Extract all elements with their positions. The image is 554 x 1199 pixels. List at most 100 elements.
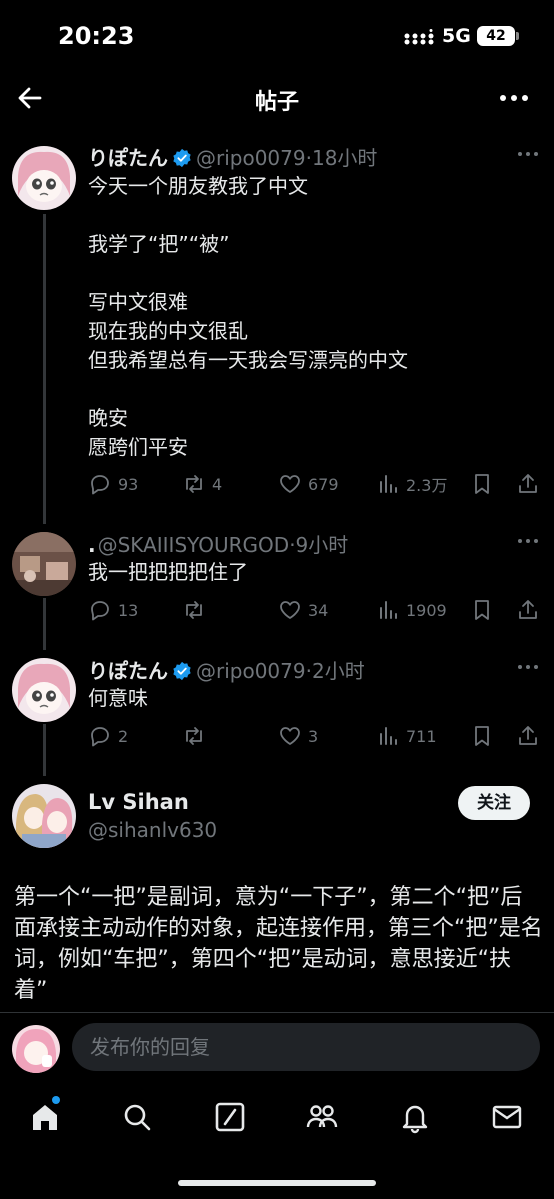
repost-icon [186,601,202,619]
grok-icon [215,1102,245,1132]
tweet-actions: 13 34 1909 [88,596,548,624]
share-icon[interactable] [516,598,540,622]
anime-avatar-image [12,658,76,722]
signal-icon [404,29,434,45]
mail-icon [492,1105,522,1129]
like-button[interactable]: 3 [278,722,318,750]
tweet-header: りぽたん @ripo0079·18小时 [88,142,377,171]
tweet-text: 今天一个朋友教我了中文 我学了“把”“被” 写中文很难 现在我的中文很乱 但我希… [88,174,408,459]
display-name[interactable]: りぽたん [88,146,168,170]
view-count: 1909 [406,600,447,620]
status-bar: 20:23 5G 42 [0,0,554,70]
avatar[interactable] [12,146,76,210]
share-icon[interactable] [516,724,540,748]
user-handle[interactable]: @sihanlv630 [88,818,217,842]
tweet-more-icon[interactable] [516,150,540,158]
views-chart-icon [380,475,397,493]
tab-messages[interactable] [490,1100,524,1134]
like-button[interactable]: 34 [278,596,328,624]
like-count: 3 [308,726,319,746]
top-bar: 帖子 [0,70,554,128]
heart-icon [280,727,300,745]
reply-icon [91,475,109,495]
tweet-actions: 2 3 711 [88,722,548,750]
repost-icon [186,727,202,745]
page-title: 帖子 [254,90,299,115]
verified-badge-icon [173,661,191,681]
thread-connector [43,214,46,524]
reply-input[interactable]: 发布你的回复 [72,1023,540,1071]
reply-composer: 发布你的回复 [0,1012,554,1084]
notification-dot [52,1096,60,1104]
bookmark-icon[interactable] [470,724,494,748]
follow-button[interactable]: 关注 [458,786,530,820]
reply-icon [91,601,109,621]
tab-communities[interactable] [305,1100,339,1134]
bottom-tab-bar [0,1084,554,1199]
reply-count: 13 [118,600,139,620]
more-options-icon[interactable] [498,86,530,110]
heart-icon [280,601,300,619]
reply-count: 93 [118,474,139,494]
reply-icon [91,727,109,747]
views-button[interactable]: 711 [376,722,437,750]
tweet-time: ·18小时 [305,146,378,170]
views-button[interactable]: 2.3万 [376,470,447,498]
tweet-header: . @SKAIIISYOURGOD·9小时 [88,529,348,558]
avatar[interactable] [12,532,76,596]
search-icon [124,1104,151,1131]
my-avatar[interactable] [12,1025,60,1073]
bookmark-icon[interactable] [470,472,494,496]
tweet-more-icon[interactable] [516,537,540,545]
display-name[interactable]: Lv Sihan [88,790,189,814]
reply-count: 2 [118,726,129,746]
photo-avatar-image [12,532,76,596]
tab-home[interactable] [28,1096,62,1134]
user-handle[interactable]: @ripo0079 [196,146,306,170]
user-handle[interactable]: @ripo0079 [196,659,306,683]
tweet-more-icon[interactable] [516,663,540,671]
verified-badge-icon [173,148,191,168]
like-button[interactable]: 679 [278,470,339,498]
tweet-header: りぽたん @ripo0079·2小时 [88,655,365,684]
share-icon[interactable] [516,472,540,496]
user-handle[interactable]: @SKAIIISYOURGOD [98,533,290,557]
reply-button[interactable]: 93 [88,470,138,498]
repost-button[interactable] [182,722,212,750]
tab-grok[interactable] [213,1100,247,1134]
status-time: 20:23 [58,22,135,50]
tab-notifications[interactable] [398,1100,432,1134]
reply-button[interactable]: 13 [88,596,138,624]
avatar[interactable] [12,658,76,722]
like-count: 679 [308,474,339,494]
bell-icon [402,1105,428,1134]
anime-avatar-image [12,784,76,848]
tweet-time: ·2小时 [305,659,365,683]
tweet-actions: 93 4 679 2.3万 [88,470,548,498]
view-count: 711 [406,726,437,746]
thread-connector [43,724,46,776]
tweet-text: 何意味 [88,686,148,710]
post-text: 第一个“一把”是副词，意为“一下子”，第二个“把”后面承接主动动作的对象，起连接… [14,885,543,1003]
display-name[interactable]: りぽたん [88,659,168,683]
tweet-time: ·9小时 [289,533,349,557]
view-count: 2.3万 [406,476,448,495]
home-icon [33,1105,57,1130]
bookmark-icon[interactable] [470,598,494,622]
communities-icon [306,1105,338,1128]
reply-button[interactable]: 2 [88,722,128,750]
like-count: 34 [308,600,329,620]
views-button[interactable]: 1909 [376,596,447,624]
views-chart-icon [380,601,397,619]
tweet-text: 我一把把把把住了 [88,560,248,584]
battery-indicator: 42 [477,26,519,46]
display-name[interactable]: . [88,533,96,557]
tab-search[interactable] [120,1100,154,1134]
repost-button[interactable] [182,596,212,624]
thread-connector [43,598,46,650]
views-chart-icon [380,727,397,745]
heart-icon [280,475,300,493]
avatar[interactable] [12,784,76,848]
repost-button[interactable]: 4 [182,470,222,498]
anime-avatar-image [12,1025,60,1073]
